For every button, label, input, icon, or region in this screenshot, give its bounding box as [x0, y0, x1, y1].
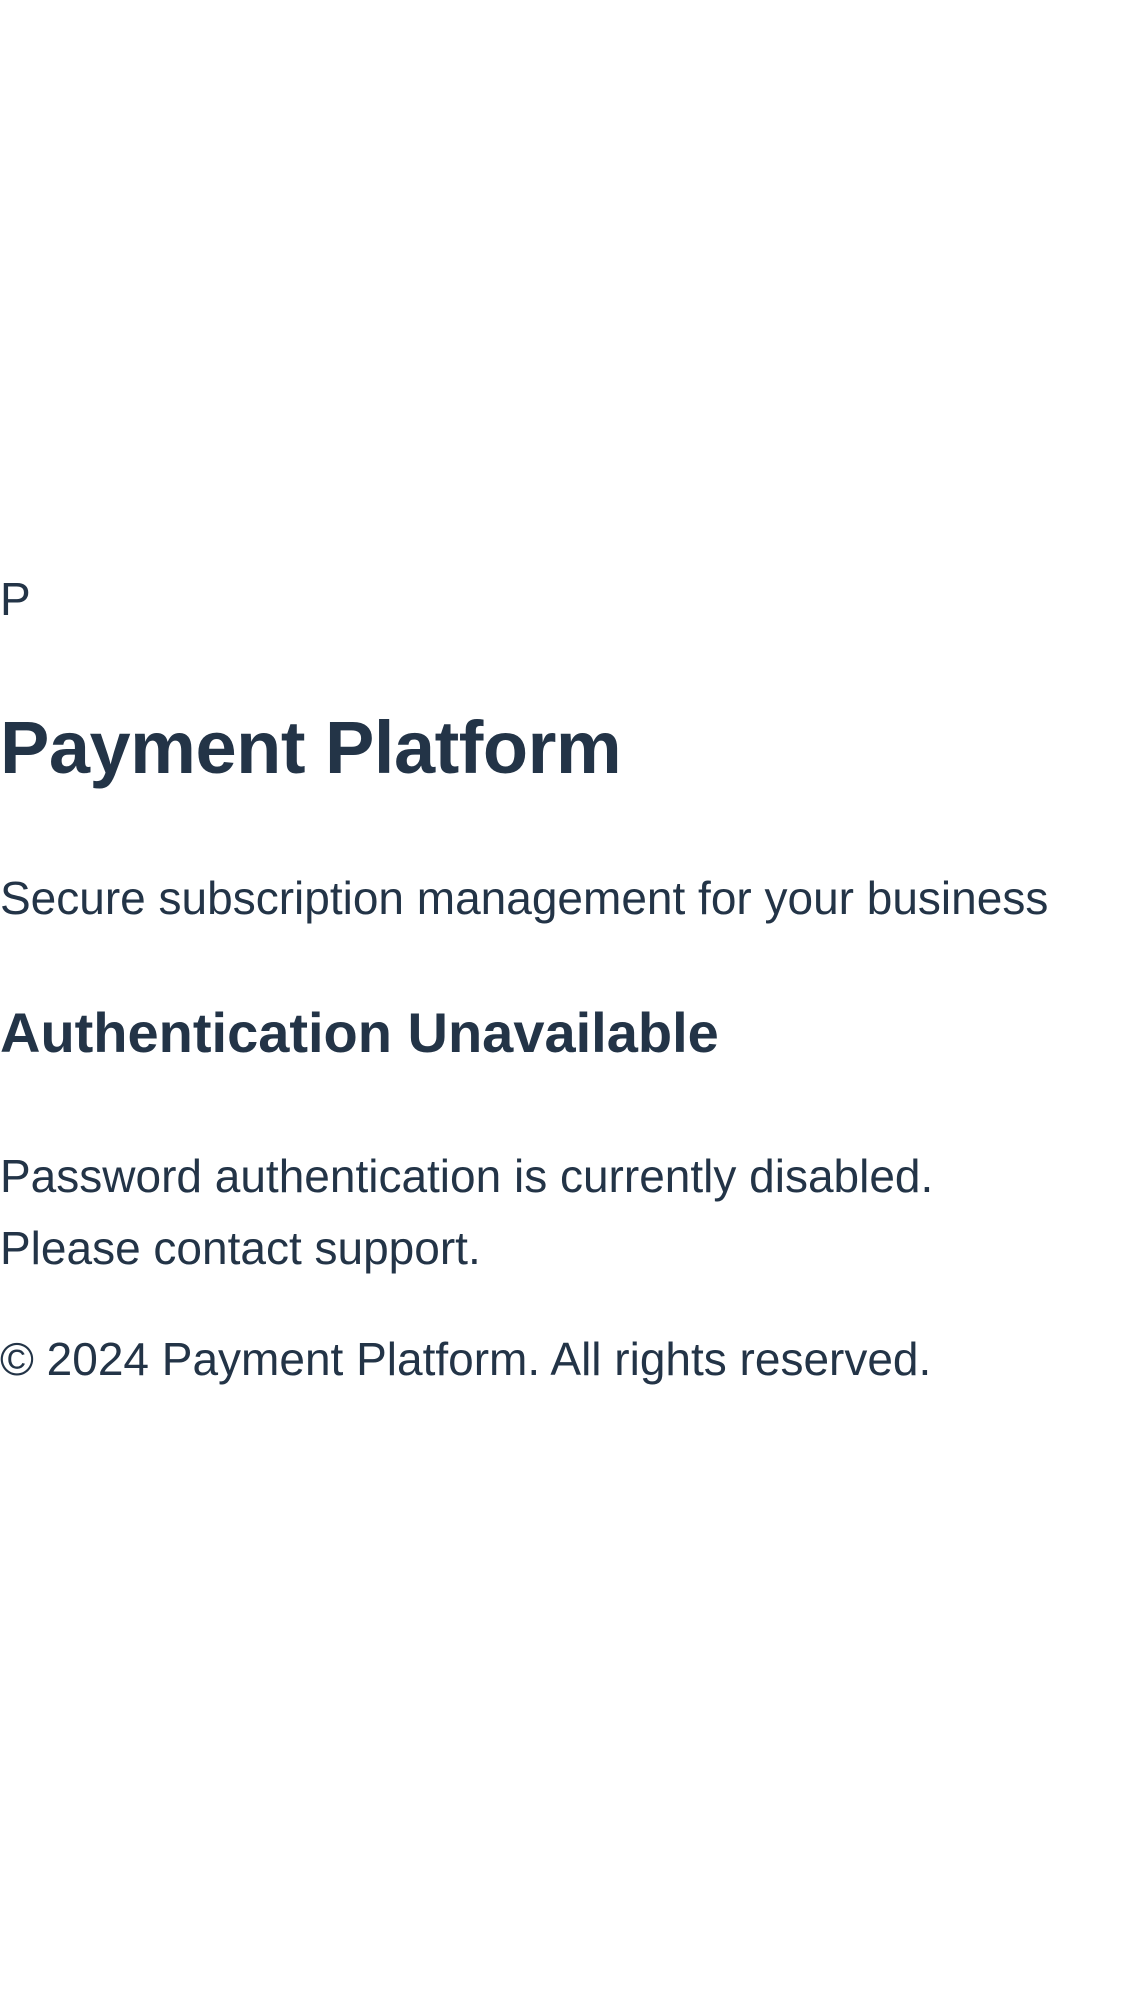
- copyright-footer: © 2024 Payment Platform. All rights rese…: [0, 1333, 932, 1385]
- auth-message-line-2: Please contact support.: [0, 1222, 481, 1274]
- brand-tagline: Secure subscription management for your …: [0, 872, 1049, 924]
- auth-message-line-1: Password authentication is currently dis…: [0, 1150, 934, 1202]
- auth-unavailable-message: Password authentication is currently dis…: [0, 1140, 933, 1284]
- brand-title: Payment Platform: [0, 706, 622, 789]
- brand-logo-letter: P: [0, 573, 31, 625]
- auth-unavailable-heading: Authentication Unavailable: [0, 1001, 719, 1064]
- login-page: P Payment Platform Secure subscription m…: [0, 0, 1125, 2001]
